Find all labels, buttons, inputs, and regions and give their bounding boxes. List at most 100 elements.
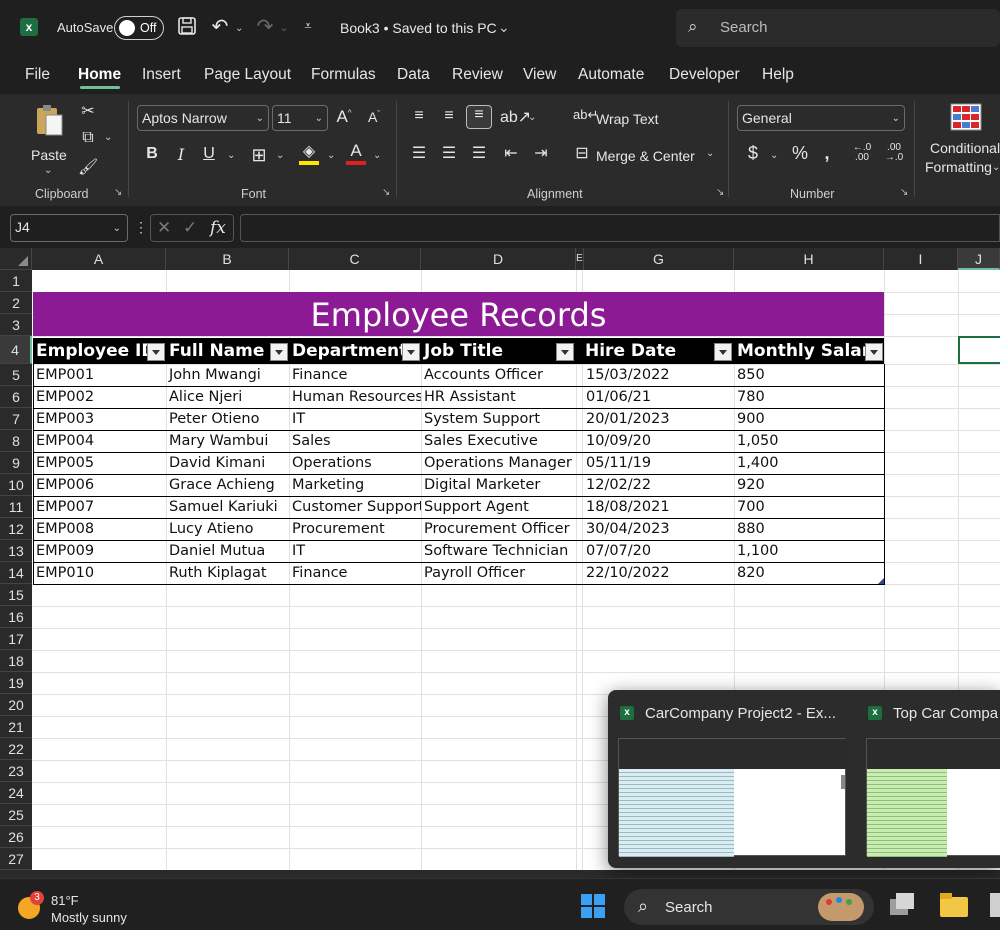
table-cell[interactable]: HR Assistant bbox=[421, 386, 576, 408]
copy-icon[interactable]: ⧉ bbox=[78, 129, 98, 149]
table-cell[interactable]: IT bbox=[289, 408, 421, 430]
table-cell[interactable]: 820 bbox=[734, 562, 884, 584]
table-cell[interactable]: Peter Otieno bbox=[166, 408, 289, 430]
table-cell[interactable]: EMP002 bbox=[33, 386, 166, 408]
filter-dropdown-icon[interactable] bbox=[147, 343, 165, 361]
undo-dropdown-icon[interactable]: ⌄ bbox=[235, 23, 243, 34]
currency-icon[interactable]: $ bbox=[744, 143, 762, 165]
format-painter-icon[interactable]: 🖌 bbox=[78, 157, 98, 177]
row-header[interactable]: 21 bbox=[0, 716, 32, 738]
formula-input[interactable] bbox=[240, 214, 1000, 242]
row-header[interactable]: 5 bbox=[0, 364, 32, 386]
table-cell[interactable]: 850 bbox=[734, 364, 884, 386]
select-all-corner[interactable] bbox=[0, 248, 32, 270]
table-cell[interactable]: Payroll Officer bbox=[421, 562, 576, 584]
tab-review[interactable]: Review bbox=[452, 66, 503, 84]
cancel-icon[interactable]: ✕ bbox=[157, 218, 171, 238]
table-cell[interactable]: EMP001 bbox=[33, 364, 166, 386]
table-cell[interactable]: Marketing bbox=[289, 474, 421, 496]
table-cell[interactable]: Procurement Officer bbox=[421, 518, 576, 540]
row-header[interactable]: 13 bbox=[0, 540, 32, 562]
table-cell[interactable]: 05/11/19 bbox=[583, 452, 734, 474]
column-header-c[interactable]: C bbox=[289, 248, 421, 270]
merge-center-button[interactable]: Merge & Center bbox=[596, 148, 695, 164]
row-header[interactable]: 6 bbox=[0, 386, 32, 408]
table-cell[interactable]: 700 bbox=[734, 496, 884, 518]
column-header-i[interactable]: I bbox=[884, 248, 958, 270]
row-header[interactable]: 7 bbox=[0, 408, 32, 430]
document-title[interactable]: Book3 • Saved to this PC bbox=[340, 20, 497, 36]
row-header[interactable]: 14 bbox=[0, 562, 32, 584]
weather-widget[interactable]: 3 81°F Mostly sunny bbox=[14, 889, 144, 927]
alignment-launcher-icon[interactable]: ↘ bbox=[716, 187, 724, 198]
table-cell[interactable]: Support Agent bbox=[421, 496, 576, 518]
align-right-icon[interactable]: ☰ bbox=[468, 143, 490, 163]
row-header[interactable]: 20 bbox=[0, 694, 32, 716]
column-header-e[interactable]: E bbox=[576, 248, 584, 270]
filter-dropdown-icon[interactable] bbox=[714, 343, 732, 361]
row-header[interactable]: 23 bbox=[0, 760, 32, 782]
increase-decimal-icon[interactable]: ←.0.00 bbox=[850, 143, 874, 165]
table-cell[interactable]: Sales bbox=[289, 430, 421, 452]
column-header-h[interactable]: H bbox=[734, 248, 884, 270]
orientation-icon[interactable]: ab↗ bbox=[500, 107, 531, 127]
table-cell[interactable]: EMP005 bbox=[33, 452, 166, 474]
table-cell[interactable]: 12/02/22 bbox=[583, 474, 734, 496]
column-header-d[interactable]: D bbox=[421, 248, 576, 270]
tab-insert[interactable]: Insert bbox=[142, 66, 181, 84]
table-cell[interactable]: 1,400 bbox=[734, 452, 884, 474]
number-launcher-icon[interactable]: ↘ bbox=[900, 187, 908, 198]
comma-style-icon[interactable]: , bbox=[820, 143, 834, 165]
table-cell[interactable]: 07/07/20 bbox=[583, 540, 734, 562]
start-button-icon[interactable] bbox=[580, 893, 606, 919]
row-header[interactable]: 11 bbox=[0, 496, 32, 518]
table-cell[interactable]: Procurement bbox=[289, 518, 421, 540]
table-title-banner[interactable]: Employee Records bbox=[33, 292, 884, 336]
decrease-font-size-icon[interactable]: Aˇ bbox=[364, 109, 384, 129]
row-header[interactable]: 18 bbox=[0, 650, 32, 672]
table-cell[interactable]: John Mwangi bbox=[166, 364, 289, 386]
document-title-chevron-icon[interactable]: ⌄ bbox=[498, 19, 510, 36]
font-color-icon[interactable]: A bbox=[345, 141, 367, 165]
table-cell[interactable]: 01/06/21 bbox=[583, 386, 734, 408]
increase-indent-icon[interactable]: ⇥ bbox=[530, 143, 552, 163]
redo-icon[interactable]: ↷ bbox=[253, 14, 277, 38]
table-resize-handle-icon[interactable] bbox=[878, 578, 884, 584]
italic-icon[interactable]: I bbox=[172, 145, 190, 165]
table-cell[interactable]: Sales Executive bbox=[421, 430, 576, 452]
column-header-j[interactable]: J bbox=[958, 248, 1000, 270]
copy-dropdown-icon[interactable]: ⌄ bbox=[104, 132, 112, 143]
table-cell[interactable]: 780 bbox=[734, 386, 884, 408]
merge-center-icon[interactable]: ⊟ bbox=[571, 143, 593, 163]
table-cell[interactable]: Operations Manager bbox=[421, 452, 576, 474]
increase-font-size-icon[interactable]: A^ bbox=[334, 107, 354, 127]
wrap-text-icon[interactable]: ab↵ bbox=[573, 107, 598, 127]
row-header[interactable]: 1 bbox=[0, 270, 32, 292]
cut-icon[interactable]: ✂ bbox=[78, 101, 98, 121]
customize-toolbar-icon[interactable]: ⩡ bbox=[300, 18, 316, 34]
table-cell[interactable]: 880 bbox=[734, 518, 884, 540]
align-center-icon[interactable]: ☰ bbox=[438, 143, 460, 163]
table-cell[interactable]: EMP008 bbox=[33, 518, 166, 540]
table-cell[interactable]: IT bbox=[289, 540, 421, 562]
formula-bar-grip-icon[interactable]: ⋮ bbox=[134, 219, 148, 236]
table-cell[interactable]: Ruth Kiplagat bbox=[166, 562, 289, 584]
column-header-g[interactable]: G bbox=[584, 248, 734, 270]
table-cell[interactable]: Software Technician bbox=[421, 540, 576, 562]
search-box[interactable]: ⌕ Search bbox=[676, 9, 1000, 47]
merge-center-dropdown-icon[interactable]: ⌄ bbox=[706, 148, 714, 159]
table-cell[interactable]: Operations bbox=[289, 452, 421, 474]
table-cell[interactable]: Digital Marketer bbox=[421, 474, 576, 496]
filter-dropdown-icon[interactable] bbox=[556, 343, 574, 361]
number-format-select[interactable]: General ⌄ bbox=[737, 105, 905, 131]
decrease-indent-icon[interactable]: ⇤ bbox=[500, 143, 522, 163]
table-cell[interactable]: Samuel Kariuki bbox=[166, 496, 289, 518]
row-header[interactable]: 12 bbox=[0, 518, 32, 540]
conditional-formatting-button[interactable]: Conditional Formatting ⌄ bbox=[922, 101, 1000, 191]
table-cell[interactable]: System Support bbox=[421, 408, 576, 430]
table-cell[interactable]: 1,050 bbox=[734, 430, 884, 452]
table-cell[interactable]: Human Resources bbox=[289, 386, 421, 408]
row-header[interactable]: 3 bbox=[0, 314, 32, 336]
wrap-text-button[interactable]: Wrap Text bbox=[596, 111, 659, 127]
decrease-decimal-icon[interactable]: .00 →.0 bbox=[882, 143, 906, 165]
